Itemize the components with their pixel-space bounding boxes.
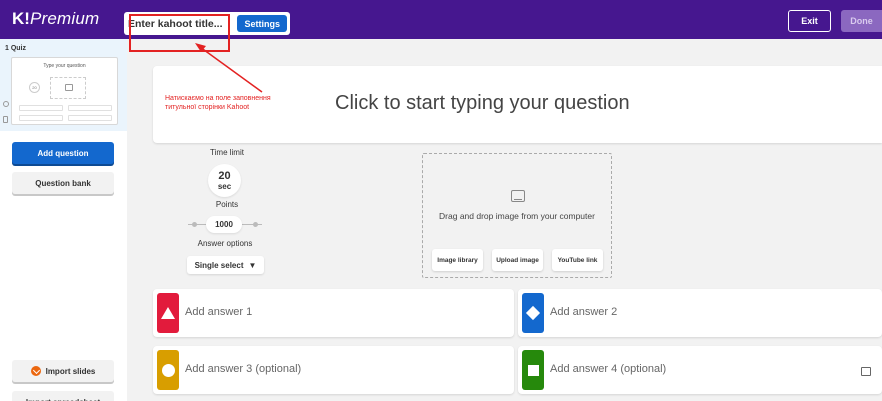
answer-options-dropdown[interactable]: Single select ▼ <box>187 256 264 274</box>
image-icon <box>65 84 73 91</box>
points-value[interactable]: 1000 <box>206 216 242 233</box>
sidebar: 1 Quiz Type your question 20 Add questio… <box>0 39 127 401</box>
annotation-text: Натискаємо на поле заповнення титульної … <box>165 94 271 112</box>
square-icon <box>527 364 539 376</box>
answer-2-placeholder: Add answer 2 <box>550 306 618 318</box>
drag-drop-text: Drag and drop image from your computer <box>439 211 595 221</box>
youtube-link-button[interactable]: YouTube link <box>552 249 603 271</box>
points-label: Points <box>215 200 239 209</box>
exit-button[interactable]: Exit <box>788 10 831 32</box>
import-icon <box>30 366 41 376</box>
answer-2-field[interactable]: Add answer 2 <box>518 289 882 337</box>
image-library-button[interactable]: Image library <box>432 249 483 271</box>
triangle-icon <box>161 307 175 319</box>
thumbnail-answer <box>19 105 63 111</box>
answer-4-placeholder: Add answer 4 (optional) <box>550 363 667 375</box>
chevron-down-icon: ▼ <box>248 260 257 270</box>
thumbnail-image-area <box>50 77 86 99</box>
answer-2-tile <box>522 293 544 333</box>
answer-options-value: Single select <box>194 260 244 270</box>
import-slides-label: Import slides <box>45 366 96 376</box>
image-icon[interactable] <box>861 367 871 376</box>
circle-icon <box>161 363 175 377</box>
upload-image-button[interactable]: Upload image <box>492 249 543 271</box>
answer-1-field[interactable]: Add answer 1 <box>153 289 514 337</box>
import-slides-button[interactable]: Import slides <box>12 360 114 382</box>
thumbnail-answer <box>68 105 112 111</box>
answer-4-tile <box>522 350 544 390</box>
thumbnail-question: Type your question <box>43 63 86 69</box>
image-icon <box>511 190 525 202</box>
image-drop-zone[interactable]: Drag and drop image from your computer I… <box>422 153 612 278</box>
settings-button[interactable]: Settings <box>237 15 287 32</box>
add-question-button[interactable]: Add question <box>12 142 114 164</box>
delete-icon[interactable] <box>3 116 8 123</box>
slide-list-item[interactable]: 1 Quiz Type your question 20 <box>0 39 127 131</box>
answer-1-placeholder: Add answer 1 <box>185 306 253 318</box>
diamond-icon <box>525 305 541 321</box>
answer-options-label: Answer options <box>197 239 253 248</box>
annotation-line-1: Натискаємо на поле заповнення <box>165 95 271 102</box>
answer-1-tile <box>157 293 179 333</box>
points-slider-max-dot[interactable] <box>253 222 258 227</box>
done-button[interactable]: Done <box>841 10 882 32</box>
time-limit-selector[interactable]: 20 sec <box>208 164 241 197</box>
points-slider-min-dot[interactable] <box>192 222 197 227</box>
slide-thumbnail[interactable]: Type your question 20 <box>11 57 118 125</box>
question-bank-button[interactable]: Question bank <box>12 172 114 194</box>
answer-3-field[interactable]: Add answer 3 (optional) <box>153 346 514 394</box>
time-limit-label: Time limit <box>210 148 244 157</box>
time-limit-unit: sec <box>217 181 232 191</box>
kahoot-premium-logo[interactable]: K!Premium <box>12 9 99 29</box>
answer-3-tile <box>157 350 179 390</box>
thumbnail-answer <box>19 115 63 121</box>
answer-3-placeholder: Add answer 3 (optional) <box>185 363 302 375</box>
annotation-line-2: титульної сторінки Kahoot <box>165 104 250 111</box>
thumbnail-answer <box>68 115 112 121</box>
duplicate-icon[interactable] <box>3 101 9 107</box>
import-spreadsheet-button[interactable]: Import spreadsheet <box>12 391 114 401</box>
answer-4-field[interactable]: Add answer 4 (optional) <box>518 346 882 394</box>
slide-label: 1 Quiz <box>5 45 27 52</box>
annotation-highlight-box <box>129 14 230 52</box>
thumbnail-timer: 20 <box>29 82 40 93</box>
question-placeholder: Click to start typing your question <box>335 92 630 114</box>
time-limit-value: 20 <box>218 169 231 182</box>
